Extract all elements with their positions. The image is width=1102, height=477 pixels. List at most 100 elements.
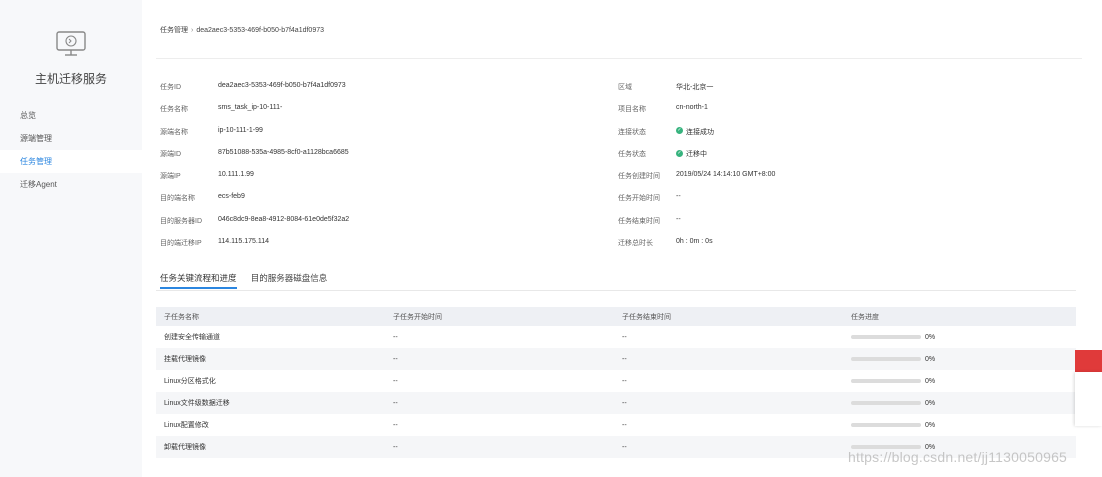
monitor-migration-icon: [54, 30, 88, 58]
sidebar-item-source-management[interactable]: 源端管理: [0, 127, 142, 150]
sidebar-item-task-management[interactable]: 任务管理: [0, 150, 142, 173]
status-text: 连接成功: [686, 128, 714, 136]
progress-bar: [851, 334, 921, 339]
info-label: 目的端名称: [160, 195, 195, 203]
info-label: 任务结束时间: [618, 217, 660, 225]
breadcrumb-current: dea2aec3-5353-469f-b050-b7f4a1df0973: [196, 27, 325, 34]
divider: [156, 290, 1076, 291]
table-row: 创建安全传输通道 -- -- 0%: [156, 326, 1076, 348]
info-value: dea2aec3-5353-469f-b050-b7f4a1df0973: [218, 82, 346, 89]
subtask-progress: 0%: [843, 392, 1076, 414]
info-value: 114.115.175.114: [218, 238, 269, 246]
subtask-progress: 0%: [843, 348, 1076, 370]
progress-bar: [851, 422, 921, 427]
subtask-progress: 0%: [843, 414, 1076, 436]
info-label: 源端IP: [160, 173, 181, 181]
status-text: 迁移中: [686, 150, 707, 158]
info-label: 迁移总时长: [618, 240, 653, 248]
table-row: 挂载代理镜像 -- -- 0%: [156, 348, 1076, 370]
subtask-progress: 0%: [843, 370, 1076, 392]
floating-panel[interactable]: [1075, 372, 1102, 426]
progress-bar: [851, 378, 921, 383]
sidebar: 主机迁移服务 总览 源端管理 任务管理 迁移Agent: [0, 0, 142, 477]
feedback-button[interactable]: [1075, 350, 1102, 372]
info-value: 华北-北京一: [676, 84, 714, 91]
info-label: 任务名称: [160, 106, 188, 114]
info-value: --: [676, 193, 681, 201]
info-value: --: [676, 215, 681, 223]
subtask-progress: 0%: [843, 326, 1076, 348]
breadcrumb: 任务管理 › dea2aec3-5353-469f-b050-b7f4a1df097…: [160, 25, 324, 35]
column-header-subtask-name: 子任务名称: [156, 307, 385, 326]
subtask-end-time: --: [622, 377, 627, 385]
info-value: 0h : 0m : 0s: [676, 238, 713, 246]
check-circle-icon: ✓: [676, 127, 683, 135]
subtask-name: Linux文件级数据迁移: [156, 392, 385, 414]
status-badge: ✓ 连接成功: [676, 127, 714, 137]
tab-target-disk-info[interactable]: 目的服务器磁盘信息: [251, 272, 328, 289]
info-label: 连接状态: [618, 128, 646, 136]
table-row: Linux配置修改 -- -- 0%: [156, 414, 1076, 436]
subtask-end-time: --: [614, 348, 843, 370]
check-circle-icon: ✓: [676, 149, 683, 157]
progress-bar: [851, 356, 921, 361]
service-title: 主机迁移服务: [34, 72, 107, 86]
main-content: 任务管理 › dea2aec3-5353-469f-b050-b7f4a1df097…: [142, 0, 1102, 477]
divider: [156, 58, 1082, 59]
info-label: 目的端迁移IP: [160, 240, 202, 248]
progress-percent: 0%: [925, 377, 936, 385]
watermark: https://blog.csdn.net/jj1130050965: [848, 449, 1068, 465]
column-header-end-time: 子任务结束时间: [614, 307, 843, 326]
breadcrumb-separator: ›: [191, 27, 194, 34]
floating-help-widget[interactable]: [1075, 350, 1102, 426]
subtask-end-time: --: [614, 392, 843, 414]
column-header-progress: 任务进度: [843, 307, 1076, 326]
info-label: 任务创建时间: [618, 173, 660, 181]
subtask-start-time: --: [385, 436, 614, 458]
info-value: 10.111.1.99: [218, 171, 254, 179]
table-row: Linux分区格式化 -- -- 0%: [156, 370, 1076, 392]
info-label: 项目名称: [618, 106, 646, 114]
info-value: ecs-feb9: [218, 193, 245, 201]
sidebar-nav: 总览 源端管理 任务管理 迁移Agent: [0, 104, 142, 196]
subtask-end-time: --: [622, 421, 627, 429]
column-header-start-time: 子任务开始时间: [385, 307, 614, 326]
info-label: 源端名称: [160, 128, 188, 136]
subtask-end-time: --: [622, 333, 627, 341]
sidebar-item-migration-agent[interactable]: 迁移Agent: [0, 173, 142, 196]
subtask-start-time: --: [393, 421, 398, 429]
breadcrumb-root-link[interactable]: 任务管理: [160, 27, 188, 34]
subtask-start-time: --: [393, 377, 398, 385]
progress-bar: [851, 400, 921, 405]
progress-percent: 0%: [925, 399, 936, 407]
info-value: sms_task_ip-10-111-: [218, 104, 283, 112]
progress-percent: 0%: [925, 333, 936, 341]
progress-percent: 0%: [925, 355, 936, 363]
progress-percent: 0%: [925, 421, 936, 429]
table-header-row: 子任务名称 子任务开始时间 子任务结束时间 任务进度: [156, 307, 1076, 326]
subtask-start-time: --: [385, 392, 614, 414]
subtask-table: 子任务名称 子任务开始时间 子任务结束时间 任务进度 创建安全传输通道 -- -…: [156, 307, 1076, 458]
sidebar-item-overview[interactable]: 总览: [0, 104, 142, 127]
subtask-name: 挂载代理镜像: [156, 348, 385, 370]
status-badge: ✓ 迁移中: [676, 149, 707, 159]
subtask-name: 创建安全传输通道: [164, 334, 220, 341]
info-value: 87b51088-535a-4985-8cf0-a1128bca6685: [218, 148, 349, 156]
info-label: 区域: [618, 84, 632, 91]
subtask-name: Linux配置修改: [164, 422, 209, 429]
tab-task-progress[interactable]: 任务关键流程和进度: [160, 272, 237, 289]
tab-bar: 任务关键流程和进度 目的服务器磁盘信息: [160, 272, 339, 290]
subtask-start-time: --: [385, 348, 614, 370]
info-value: 046c8dc9-8ea8-4912-8084-61e0de5f32a2: [218, 215, 350, 223]
subtask-start-time: --: [393, 333, 398, 341]
info-value: ip-10-111-1-99: [218, 126, 263, 134]
info-label: 源端ID: [160, 150, 181, 158]
info-label: 目的服务器ID: [160, 217, 202, 225]
info-value: cn-north-1: [676, 104, 708, 112]
info-value: 2019/05/24 14:14:10 GMT+8:00: [676, 171, 776, 179]
info-label: 任务ID: [160, 84, 181, 91]
info-label: 任务开始时间: [618, 195, 660, 203]
table-row: Linux文件级数据迁移 -- -- 0%: [156, 392, 1076, 414]
subtask-end-time: --: [614, 436, 843, 458]
info-label: 任务状态: [618, 150, 646, 158]
